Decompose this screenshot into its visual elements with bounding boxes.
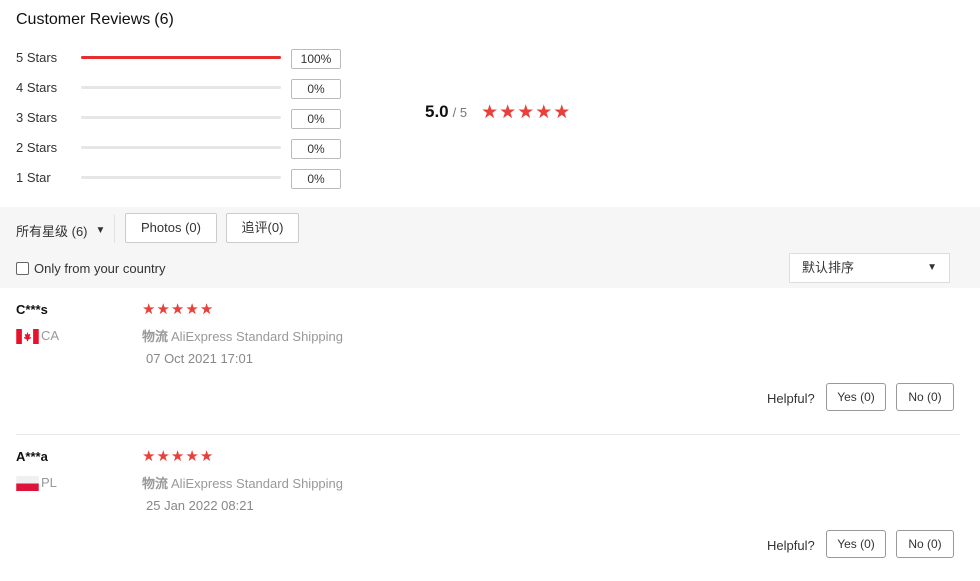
review-stars: ★ ★ ★ ★ ★ — [142, 447, 214, 465]
helpful-no-button[interactable]: No (0) — [896, 383, 954, 411]
distribution-bar-track — [81, 56, 281, 59]
shipping-method: AliExpress Standard Shipping — [171, 476, 344, 491]
review-stars: ★ ★ ★ ★ ★ — [142, 300, 214, 318]
helpful-yes-button[interactable]: Yes (0) — [826, 530, 886, 558]
reviewer-name: C***s — [16, 302, 48, 317]
distribution-label: 5 Stars — [16, 50, 58, 65]
distribution-row-3[interactable]: 3 Stars 0% — [16, 108, 356, 138]
distribution-bar-track — [81, 176, 281, 179]
distribution-bar-track — [81, 146, 281, 149]
distribution-label: 4 Stars — [16, 80, 58, 95]
average-out-of: / 5 — [452, 104, 468, 120]
star-icon: ★ — [499, 101, 517, 123]
distribution-bar-track — [81, 86, 281, 89]
star-icon: ★ — [553, 101, 571, 123]
review-item: A***a PL ★ ★ ★ ★ ★ 物流 AliExpress Standard Shi… — [0, 435, 980, 581]
distribution-bar-track — [81, 116, 281, 119]
divider — [114, 215, 115, 243]
review-date: 25 Jan 2022 08:21 — [146, 498, 254, 513]
review-item: C***s CA ★ ★ ★ ★ ★ 物流 AliExpress Standard Shi… — [0, 288, 980, 435]
distribution-row-1[interactable]: 1 Star 0% — [16, 168, 356, 198]
distribution-percent: 0% — [291, 169, 341, 189]
star-icon: ★ — [199, 300, 214, 318]
helpful-label: Helpful? — [767, 391, 815, 406]
sort-dropdown[interactable]: 默认排序 ▼ — [789, 253, 950, 283]
distribution-row-2[interactable]: 2 Stars 0% — [16, 138, 356, 168]
shipping-method: AliExpress Standard Shipping — [171, 329, 344, 344]
distribution-label: 3 Stars — [16, 110, 58, 125]
distribution-row-4[interactable]: 4 Stars 0% — [16, 78, 356, 108]
star-icon: ★ — [156, 300, 170, 318]
distribution-percent: 0% — [291, 79, 341, 99]
star-icon: ★ — [481, 101, 499, 123]
average-rating: 5.0 / 5 ★ ★ ★ ★ ★ — [425, 101, 571, 123]
shipping-info: 物流 AliExpress Standard Shipping — [142, 326, 343, 345]
distribution-percent: 0% — [291, 109, 341, 129]
chevron-down-icon: ▼ — [927, 262, 937, 273]
canada-flag-icon — [16, 329, 39, 344]
star-icon: ★ — [517, 101, 535, 123]
shipping-info: 物流 AliExpress Standard Shipping — [142, 473, 343, 492]
star-icon: ★ — [199, 447, 214, 465]
filter-bar: 所有星级 (6) ▼ Photos (0) 追评(0) Only from yo… — [0, 207, 980, 288]
own-country-checkbox[interactable] — [16, 262, 29, 275]
star-icon: ★ — [185, 300, 199, 318]
shipping-label: 物流 — [142, 329, 169, 344]
distribution-percent: 100% — [291, 49, 341, 69]
reviewer-country-code: CA — [41, 328, 60, 343]
sort-dropdown-value: 默认排序 — [802, 260, 855, 275]
reviews-count: (6) — [154, 11, 174, 28]
distribution-label: 2 Stars — [16, 140, 58, 155]
reviewer-name: A***a — [16, 449, 48, 464]
reviewer-country-code: PL — [41, 475, 57, 490]
star-icon: ★ — [185, 447, 199, 465]
review-date: 07 Oct 2021 17:01 — [146, 351, 253, 366]
average-score: 5.0 — [425, 102, 449, 121]
average-stars: ★ ★ ★ ★ ★ — [481, 101, 571, 123]
photos-filter-button[interactable]: Photos (0) — [125, 213, 217, 243]
rating-distribution: 5 Stars 100% 4 Stars 0% 3 Stars 0% 2 Sta… — [16, 48, 356, 198]
star-icon: ★ — [170, 300, 185, 318]
own-country-label: Only from your country — [34, 261, 166, 276]
helpful-no-button[interactable]: No (0) — [896, 530, 954, 558]
own-country-filter[interactable]: Only from your country — [16, 261, 166, 276]
star-icon: ★ — [142, 300, 156, 318]
helpful-yes-button[interactable]: Yes (0) — [826, 383, 886, 411]
helpful-label: Helpful? — [767, 538, 815, 553]
star-icon: ★ — [170, 447, 185, 465]
distribution-label: 1 Star — [16, 170, 51, 185]
poland-flag-icon — [16, 476, 39, 491]
chevron-down-icon: ▼ — [95, 224, 106, 236]
star-icon: ★ — [156, 447, 170, 465]
follow-up-filter-button[interactable]: 追评(0) — [226, 213, 299, 243]
star-icon: ★ — [142, 447, 156, 465]
reviews-title-text: Customer Reviews — [16, 11, 151, 28]
reviews-title: Customer Reviews (6) — [16, 11, 174, 29]
distribution-percent: 0% — [291, 139, 341, 159]
star-icon: ★ — [535, 101, 553, 123]
shipping-label: 物流 — [142, 476, 169, 491]
all-ratings-label: 所有星级 (6) — [16, 223, 88, 239]
distribution-bar-fill — [81, 56, 281, 59]
all-ratings-dropdown[interactable]: 所有星级 (6) ▼ — [16, 220, 105, 240]
distribution-row-5[interactable]: 5 Stars 100% — [16, 48, 356, 78]
